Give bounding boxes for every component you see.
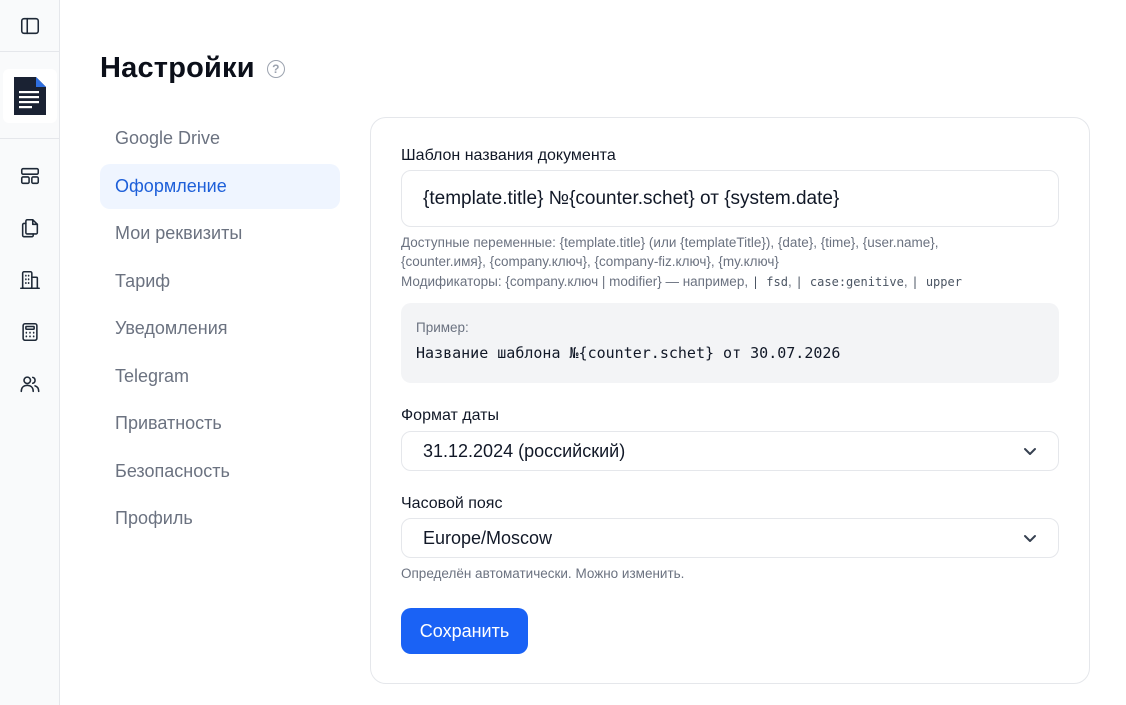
- rail-calculator-button[interactable]: [0, 306, 59, 358]
- timezone-hint: Определён автоматически. Можно изменить.: [401, 566, 685, 581]
- modifiers-hint-prefix: Модификаторы: {company.ключ | modifier} …: [401, 274, 749, 289]
- example-value: Название шаблона №{counter.schet} от 30.…: [416, 344, 841, 362]
- document-logo-icon: [13, 76, 46, 115]
- template-input[interactable]: {template.title} №{counter.schet} от {sy…: [401, 170, 1059, 227]
- chevron-down-icon: [1024, 448, 1036, 455]
- settings-menu-appearance[interactable]: Оформление: [100, 163, 340, 209]
- template-field-label: Шаблон названия документа: [401, 147, 616, 164]
- example-caption: Пример:: [416, 320, 469, 335]
- template-example-box: Пример: Название шаблона №{counter.schet…: [401, 303, 1059, 383]
- sidebar-toggle-icon: [20, 17, 39, 34]
- rail-companies-button[interactable]: [0, 254, 59, 306]
- rail-users-button[interactable]: [0, 358, 59, 410]
- save-button[interactable]: Сохранить: [401, 608, 528, 654]
- rail-documents-button[interactable]: [0, 202, 59, 254]
- app-logo[interactable]: [0, 53, 59, 139]
- building-icon: [19, 270, 40, 290]
- settings-menu-notifications[interactable]: Уведомления: [100, 306, 340, 351]
- modifier-code-fsd: | fsd: [751, 275, 788, 289]
- settings-menu-requisites[interactable]: Мои реквизиты: [100, 211, 340, 256]
- date-format-select[interactable]: 31.12.2024 (российский): [401, 431, 1059, 471]
- timezone-value: Europe/Moscow: [423, 527, 553, 548]
- settings-menu-google-drive[interactable]: Google Drive: [100, 116, 340, 161]
- sidebar-toggle-button[interactable]: [0, 0, 59, 52]
- help-icon[interactable]: ?: [266, 60, 285, 78]
- date-format-value: 31.12.2024 (российский): [423, 440, 626, 461]
- left-rail: [0, 0, 60, 705]
- settings-menu-profile[interactable]: Профиль: [100, 496, 340, 541]
- modifier-code-genitive: | case:genitive: [795, 275, 904, 289]
- date-format-label: Формат даты: [401, 407, 499, 424]
- users-icon: [20, 376, 39, 393]
- page-header: Настройки ?: [100, 48, 285, 88]
- template-vars-hint-line2: {counter.имя}, {company.ключ}, {company-…: [401, 254, 779, 269]
- settings-menu-tariff[interactable]: Тариф: [100, 259, 340, 304]
- layout-icon: [20, 167, 39, 185]
- copy-icon: [21, 218, 38, 238]
- template-vars-hint-line1: Доступные переменные: {template.title} (…: [401, 235, 939, 250]
- modifier-code-upper: | upper: [911, 275, 962, 289]
- settings-menu-telegram[interactable]: Telegram: [100, 354, 340, 399]
- timezone-label: Часовой пояс: [401, 495, 503, 512]
- settings-menu-security[interactable]: Безопасность: [100, 449, 340, 494]
- appearance-settings-card: Шаблон названия документа {template.titl…: [370, 117, 1090, 684]
- settings-menu-privacy[interactable]: Приватность: [100, 401, 340, 446]
- page-title: Настройки: [100, 51, 255, 84]
- chevron-down-icon: [1024, 535, 1036, 542]
- calculator-icon: [21, 322, 38, 342]
- timezone-select[interactable]: Europe/Moscow: [401, 518, 1059, 558]
- template-modifiers-hint: Модификаторы: {company.ключ | modifier} …: [401, 274, 962, 289]
- settings-menu: Google Drive Оформление Мои реквизиты Та…: [100, 116, 340, 544]
- rail-layout-button[interactable]: [0, 150, 59, 202]
